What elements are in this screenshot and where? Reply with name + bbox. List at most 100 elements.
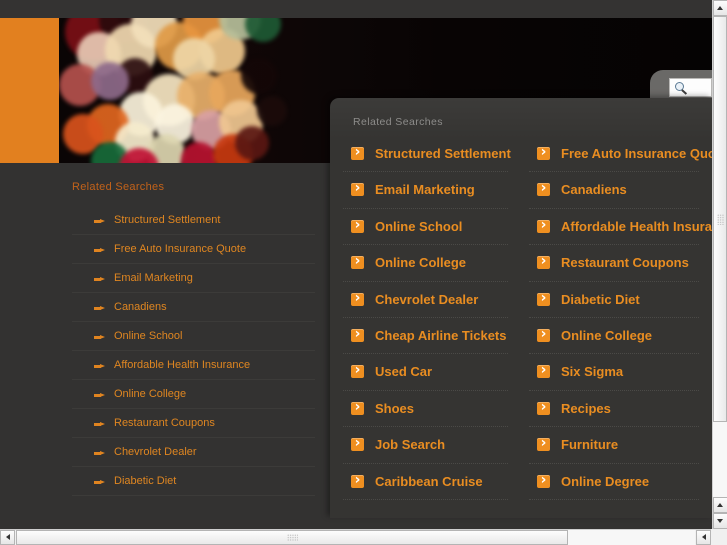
overlay-list-item-label: Email Marketing [375,182,475,198]
list-item[interactable]: Structured Settlement [72,206,315,235]
scrollbar-corner [711,529,727,545]
overlay-panel-title: Related Searches [353,116,443,128]
list-item-label: Free Auto Insurance Quote [114,243,247,255]
list-item-label: Chevrolet Dealer [114,446,197,458]
bokeh-light [91,62,129,100]
arrow-right-badge-icon [351,252,364,270]
arrow-right-icon [94,480,105,484]
overlay-list-item-label: Canadiens [561,182,627,198]
list-item-label: Restaurant Coupons [114,417,215,429]
overlay-list-item-label: Recipes [561,400,611,416]
list-item[interactable]: Diabetic Diet [72,467,315,496]
list-item[interactable]: Chevrolet Dealer [72,438,315,467]
overlay-list-item[interactable]: Online College [343,245,508,282]
arrow-right-icon [94,248,105,252]
scroll-thumb-grip-icon [717,214,724,225]
orange-brand-block [0,18,59,163]
chevron-up-icon [717,503,723,507]
scroll-up-button[interactable] [713,0,727,16]
list-item-label: Affordable Health Insurance [114,359,251,371]
overlay-list-item-label: Diabetic Diet [561,291,640,307]
scroll-down-button[interactable] [713,513,727,529]
overlay-list-item-label: Shoes [375,400,415,416]
arrow-right-icon [94,393,105,397]
overlay-list-item-label: Job Search [375,437,446,453]
overlay-list-item[interactable]: Affordable Health Insurance [529,209,712,246]
list-item[interactable]: Canadiens [72,293,315,322]
arrow-right-icon [94,451,105,455]
background-section-title: Related Searches [72,181,165,193]
arrow-right-badge-icon [537,216,550,234]
list-item[interactable]: Online College [72,380,315,409]
overlay-list-item[interactable]: Used Car [343,354,508,391]
overlay-list-item[interactable]: Online Degree [529,464,699,500]
arrow-right-icon [94,335,105,339]
list-item[interactable]: Affordable Health Insurance [72,351,315,380]
arrow-right-icon [94,306,105,310]
related-searches-overlay-panel: Related Searches Structured Settlement Em… [330,98,712,518]
overlay-list-item[interactable]: Online School [343,209,508,246]
overlay-list-item-label: Restaurant Coupons [561,255,689,271]
list-item[interactable]: Online School [72,322,315,351]
scroll-left-button[interactable] [0,530,15,545]
overlay-list-item[interactable]: Online College [529,318,699,355]
overlay-list-item[interactable]: Caribbean Cruise [343,464,508,500]
overlay-list-item[interactable]: Canadiens [529,172,699,209]
chevron-down-icon [717,519,723,523]
overlay-list-item-label: Online School [375,218,463,234]
overlay-list-item[interactable]: Cheap Airline Tickets [343,318,508,355]
bokeh-light [257,96,287,126]
arrow-right-icon [94,364,105,368]
list-item[interactable]: Free Auto Insurance Quote [72,235,315,264]
arrow-right-icon [94,277,105,281]
background-related-searches-list: Structured Settlement Free Auto Insurance… [72,206,315,496]
list-item[interactable]: Email Marketing [72,264,315,293]
overlay-list-item-label: Six Sigma [561,364,624,380]
overlay-list-item[interactable]: Email Marketing [343,172,508,209]
horizontal-scrollbar[interactable] [0,529,727,545]
overlay-left-column: Structured Settlement Email Marketing Onli… [330,136,521,500]
overlay-list-item[interactable]: Restaurant Coupons [529,245,699,282]
arrow-right-badge-icon [351,179,364,197]
list-item[interactable]: Restaurant Coupons [72,409,315,438]
list-item-label: Canadiens [114,301,167,313]
arrow-right-badge-icon [537,398,550,416]
overlay-list-item[interactable]: Structured Settlement [343,136,511,173]
overlay-list-item-label: Cheap Airline Tickets [375,327,507,343]
overlay-list-item[interactable]: Furniture [529,427,699,464]
horizontal-scroll-thumb[interactable] [16,530,568,545]
overlay-list-item[interactable]: Shoes [343,391,508,428]
overlay-list-item-label: Used Car [375,364,433,380]
scroll-up-button-secondary[interactable] [713,497,727,513]
overlay-list-item[interactable]: Job Search [343,427,508,464]
vertical-scroll-thumb[interactable] [713,16,727,422]
overlay-list-item[interactable]: Recipes [529,391,699,428]
overlay-list-item-label: Free Auto Insurance Quote [561,146,712,161]
arrow-right-badge-icon [537,361,550,379]
arrow-right-badge-icon [537,252,550,270]
arrow-right-icon [94,219,105,223]
overlay-list-item-label: Online College [561,327,653,343]
arrow-right-badge-icon [351,216,364,234]
overlay-list-item[interactable]: Six Sigma [529,354,699,391]
arrow-right-badge-icon [351,361,364,379]
scroll-left-button-secondary[interactable] [696,530,711,545]
overlay-list-item[interactable]: Chevrolet Dealer [343,282,508,318]
overlay-list-item-label: Structured Settlement [375,146,511,161]
arrow-right-badge-icon [537,179,550,197]
overlay-right-column: Free Auto Insurance Quote Canadiens Afford… [521,136,712,500]
overlay-columns: Structured Settlement Email Marketing Onli… [330,136,712,500]
search-input[interactable] [669,78,712,97]
arrow-right-badge-icon [537,143,550,161]
overlay-list-item[interactable]: Diabetic Diet [529,282,699,318]
overlay-list-item-label: Online College [375,255,467,271]
list-item-label: Online School [114,330,183,342]
overlay-list-item-label: Affordable Health Insurance [561,218,712,234]
list-item-label: Email Marketing [114,272,193,284]
arrow-right-icon [94,422,105,426]
overlay-list-item[interactable]: Free Auto Insurance Quote [529,136,712,173]
chevron-left-icon [5,534,10,540]
top-chrome-strip [0,0,712,18]
vertical-scrollbar[interactable] [712,0,727,529]
arrow-right-badge-icon [537,289,550,307]
